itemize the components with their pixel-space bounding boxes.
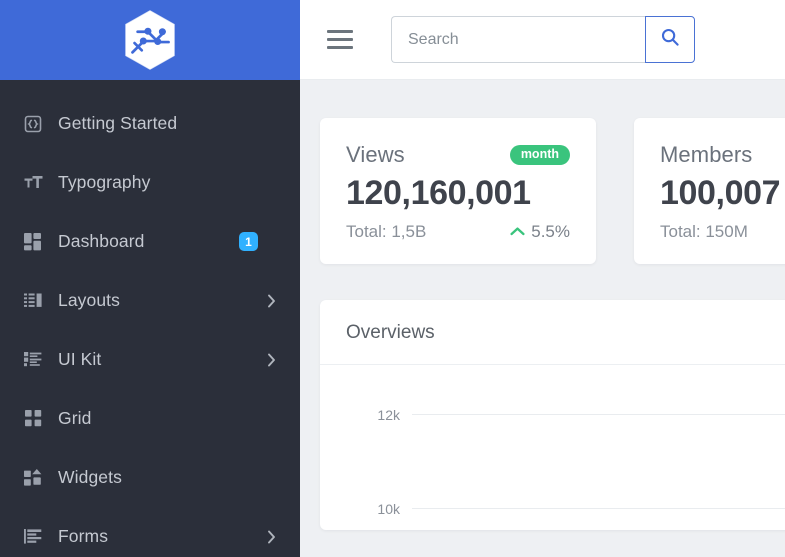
form-lines-icon bbox=[22, 526, 44, 548]
stat-card-footer: Total: 150M bbox=[660, 222, 785, 242]
chevron-right-icon bbox=[267, 353, 276, 367]
text-size-icon bbox=[22, 172, 44, 194]
hamburger-bar bbox=[327, 46, 353, 49]
chart-ytick-label: 10k bbox=[377, 500, 400, 517]
stat-card-header: Members bbox=[660, 142, 785, 168]
sidebar-item-label: Layouts bbox=[58, 290, 120, 310]
chart-gridline-row: 10k bbox=[320, 501, 785, 517]
hexagon-circuit-logo-icon bbox=[117, 7, 183, 73]
layout-columns-icon bbox=[22, 290, 44, 312]
sidebar-item-ui-kit[interactable]: UI Kit bbox=[0, 330, 300, 389]
sidebar-item-label: Forms bbox=[58, 526, 109, 546]
sidebar-item-typography[interactable]: Typography bbox=[0, 153, 300, 212]
search-icon bbox=[660, 27, 680, 52]
sidebar-item-grid[interactable]: Grid bbox=[0, 389, 300, 448]
stat-delta-value: 5.5% bbox=[531, 221, 570, 241]
period-badge: month bbox=[509, 145, 570, 165]
stat-card-members: Members 100,007 Total: 150M bbox=[634, 118, 785, 264]
chart-gridline-row: 12k bbox=[320, 407, 785, 423]
sidebar-logo-header[interactable] bbox=[0, 0, 300, 80]
page-title: Views bbox=[346, 142, 405, 167]
stat-card-footer: Total: 1,5B 5.5% bbox=[346, 222, 570, 242]
search-group bbox=[391, 16, 695, 63]
stat-card-views: Views month 120,160,001 Total: 1,5B 5.5% bbox=[320, 118, 596, 264]
main-area: Views month 120,160,001 Total: 1,5B bbox=[300, 0, 785, 557]
stat-value: 120,160,001 bbox=[346, 174, 531, 212]
app-root: Getting Started Typography Dashboard 1 L… bbox=[0, 0, 785, 557]
sidebar-item-label: Grid bbox=[58, 408, 92, 428]
sidebar-item-layouts[interactable]: Layouts bbox=[0, 271, 300, 330]
page-title: Members bbox=[660, 142, 753, 167]
content-area: Views month 120,160,001 Total: 1,5B 5.5%… bbox=[300, 80, 785, 557]
sidebar: Getting Started Typography Dashboard 1 L… bbox=[0, 0, 300, 557]
chart-title: Overviews bbox=[346, 321, 435, 343]
search-button[interactable] bbox=[645, 16, 695, 63]
stat-cards-row: Views month 120,160,001 Total: 1,5B 5.5%… bbox=[320, 118, 785, 264]
overview-card-header: Overviews bbox=[320, 300, 785, 365]
overview-chart-card: Overviews 12k 10k bbox=[320, 299, 785, 530]
chart-plot-area: 12k 10k bbox=[320, 365, 785, 525]
sidebar-item-label: UI Kit bbox=[58, 349, 102, 369]
widgets-icon bbox=[22, 467, 44, 489]
stat-card-header: Views month bbox=[346, 142, 570, 168]
sidebar-nav: Getting Started Typography Dashboard 1 L… bbox=[0, 80, 300, 557]
sidebar-item-getting-started[interactable]: Getting Started bbox=[0, 94, 300, 153]
chart-gridline bbox=[412, 414, 785, 415]
chart-gridline bbox=[412, 508, 785, 509]
sidebar-item-dashboard[interactable]: Dashboard 1 bbox=[0, 212, 300, 271]
dashboard-grid-icon bbox=[22, 231, 44, 253]
grid-squares-icon bbox=[22, 408, 44, 430]
status-badge: 1 bbox=[239, 232, 258, 251]
sidebar-item-forms[interactable]: Forms bbox=[0, 507, 300, 557]
hamburger-bar bbox=[327, 30, 353, 33]
sidebar-item-label: Typography bbox=[58, 172, 151, 192]
sidebar-item-label: Widgets bbox=[58, 467, 122, 487]
sidebar-item-label: Getting Started bbox=[58, 113, 178, 133]
hamburger-menu-icon[interactable] bbox=[327, 29, 353, 51]
topbar bbox=[300, 0, 785, 80]
list-bullets-icon bbox=[22, 349, 44, 371]
caret-up-icon bbox=[510, 226, 525, 237]
stat-total: Total: 1,5B bbox=[346, 221, 427, 241]
code-braces-icon bbox=[22, 113, 44, 135]
chevron-right-icon bbox=[267, 530, 276, 544]
chart-ytick-label: 12k bbox=[377, 406, 400, 423]
stat-delta: 5.5% bbox=[510, 222, 570, 242]
stat-value: 100,007 bbox=[660, 174, 781, 212]
chevron-right-icon bbox=[267, 294, 276, 308]
sidebar-item-label: Dashboard bbox=[58, 231, 145, 251]
hamburger-bar bbox=[327, 38, 353, 41]
sidebar-item-widgets[interactable]: Widgets bbox=[0, 448, 300, 507]
search-input[interactable] bbox=[391, 16, 645, 63]
stat-total: Total: 150M bbox=[660, 221, 748, 241]
